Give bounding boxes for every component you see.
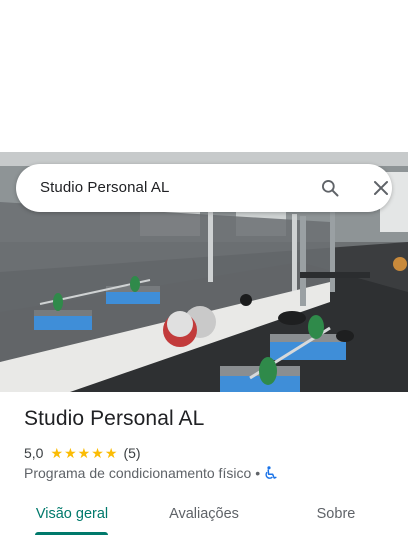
star-icon: ★	[50, 445, 64, 461]
close-icon[interactable]	[369, 176, 393, 200]
tab-bar: Visão geral Avaliações Sobre	[0, 494, 408, 538]
separator-dot: •	[255, 465, 261, 481]
star-icon: ★	[91, 445, 104, 461]
wheelchair-icon	[264, 466, 277, 480]
star-icon: ★	[77, 445, 91, 461]
place-title: Studio Personal AL	[24, 407, 205, 430]
search-input[interactable]: Studio Personal AL	[40, 164, 169, 212]
search-bar[interactable]: Studio Personal AL	[16, 164, 392, 212]
place-category: Programa de condicionamento físico	[24, 465, 252, 481]
active-tab-indicator	[35, 532, 108, 535]
tab-overview[interactable]: Visão geral	[34, 494, 110, 534]
search-icon[interactable]	[318, 176, 342, 200]
tab-about[interactable]: Sobre	[312, 494, 360, 534]
tab-reviews[interactable]: Avaliações	[164, 494, 244, 534]
rating-row[interactable]: 5,0 ★ ★ ★ ★ ★ (5)	[24, 444, 141, 462]
review-count[interactable]: (5)	[123, 445, 140, 461]
star-icon: ★	[104, 445, 118, 461]
map-blank-area	[0, 0, 408, 152]
category-row: Programa de condicionamento físico •	[24, 464, 277, 482]
star-icon: ★	[64, 445, 77, 461]
rating-score: 5,0	[24, 445, 44, 461]
star-rating: ★ ★ ★ ★ ★	[50, 446, 118, 460]
